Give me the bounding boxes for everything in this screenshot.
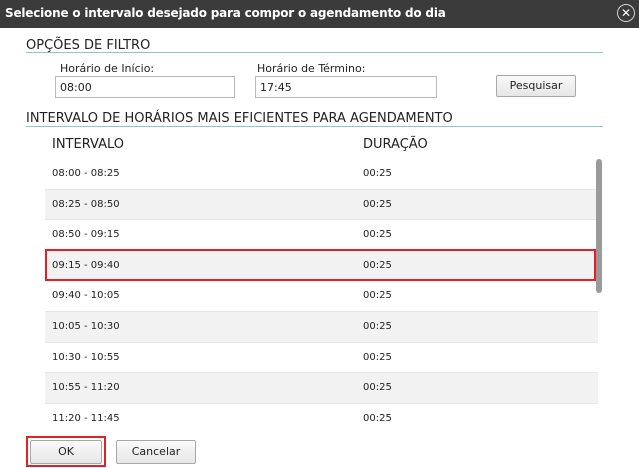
ok-button[interactable]: OK xyxy=(30,440,102,464)
interval-cell: 11:20 - 11:45 xyxy=(52,412,120,424)
list-scrollbar[interactable] xyxy=(596,159,602,293)
table-row[interactable]: 08:50 - 09:15 00:25 xyxy=(45,220,598,251)
cancel-button[interactable]: Cancelar xyxy=(116,440,196,464)
interval-list: 08:00 - 08:25 00:25 08:25 - 08:50 00:25 … xyxy=(45,159,598,429)
interval-cell: 10:55 - 11:20 xyxy=(52,382,120,394)
filter-section-divider xyxy=(26,52,603,53)
interval-cell: 09:40 - 10:05 xyxy=(52,290,120,302)
duration-cell: 00:25 xyxy=(363,259,392,271)
end-time-input[interactable] xyxy=(255,76,437,98)
table-row[interactable]: 11:20 - 11:45 00:25 xyxy=(45,404,598,429)
dialog-titlebar: Selecione o intervalo desejado para comp… xyxy=(0,0,639,28)
close-icon[interactable]: ✕ xyxy=(617,4,635,22)
table-row[interactable]: 10:55 - 11:20 00:25 xyxy=(45,373,598,404)
start-time-label: Horário de Início: xyxy=(60,62,155,75)
duration-cell: 00:25 xyxy=(363,229,392,241)
duration-column-header: DURAÇÃO xyxy=(363,137,428,152)
interval-cell: 10:30 - 10:55 xyxy=(52,351,120,363)
end-time-label: Horário de Término: xyxy=(257,62,366,75)
table-row[interactable]: 08:00 - 08:25 00:25 xyxy=(45,159,598,190)
search-button[interactable]: Pesquisar xyxy=(496,75,576,97)
duration-cell: 00:25 xyxy=(363,198,392,210)
interval-cell: 08:00 - 08:25 xyxy=(52,168,120,179)
table-row[interactable]: 10:30 - 10:55 00:25 xyxy=(45,343,598,374)
filter-section-title: OPÇÕES DE FILTRO xyxy=(26,38,151,53)
duration-cell: 00:25 xyxy=(363,168,392,179)
duration-cell: 00:25 xyxy=(363,290,392,302)
intervals-section-title: INTERVALO DE HORÁRIOS MAIS EFICIENTES PA… xyxy=(26,111,453,126)
interval-cell: 08:50 - 09:15 xyxy=(52,229,120,241)
duration-cell: 00:25 xyxy=(363,412,392,424)
start-time-input[interactable] xyxy=(55,76,235,98)
interval-cell: 09:15 - 09:40 xyxy=(52,259,120,271)
dialog-title: Selecione o intervalo desejado para comp… xyxy=(5,6,446,20)
table-row-selected[interactable]: 09:15 - 09:40 00:25 xyxy=(45,250,598,282)
duration-cell: 00:25 xyxy=(363,351,392,363)
schedule-interval-dialog: Selecione o intervalo desejado para comp… xyxy=(0,0,639,468)
interval-cell: 08:25 - 08:50 xyxy=(52,198,120,210)
duration-cell: 00:25 xyxy=(363,382,392,394)
table-row[interactable]: 09:40 - 10:05 00:25 xyxy=(45,281,598,312)
interval-cell: 10:05 - 10:30 xyxy=(52,320,120,332)
intervals-section-divider xyxy=(26,126,603,127)
table-row[interactable]: 10:05 - 10:30 00:25 xyxy=(45,311,598,343)
duration-cell: 00:25 xyxy=(363,320,392,332)
table-row[interactable]: 08:25 - 08:50 00:25 xyxy=(45,189,598,221)
interval-column-header: INTERVALO xyxy=(52,137,125,152)
